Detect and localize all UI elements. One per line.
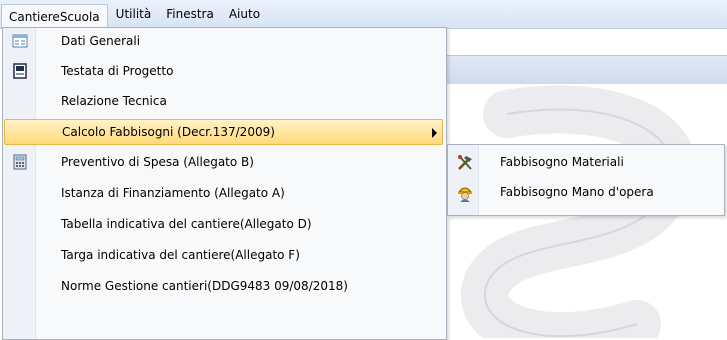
tools-icon xyxy=(456,154,474,172)
menu-item-label: Testata di Progetto xyxy=(61,64,174,78)
menu-item-label: Dati Generali xyxy=(61,34,141,48)
menu-bar: CantiereScuola Utilità Finestra Aiuto xyxy=(0,0,727,29)
menu-item-label: Norme Gestione cantieri(DDG9483 09/08/20… xyxy=(61,279,348,293)
document-window-header xyxy=(447,55,727,85)
submenu-arrow-icon xyxy=(432,128,437,138)
document-frame-icon xyxy=(12,63,28,79)
menubar-item-utilita[interactable]: Utilità xyxy=(109,3,159,25)
menu-item-tabella-indicativa[interactable]: Tabella indicativa del cantiere(Allegato… xyxy=(3,211,444,237)
menu-item-label: Targa indicativa del cantiere(Allegato F… xyxy=(61,248,300,262)
submenu-item-label: Fabbisogno Materiali xyxy=(500,155,624,169)
submenu-item-label: Fabbisogno Mano d'opera xyxy=(500,185,654,199)
menu-item-norme-gestione-cantieri[interactable]: Norme Gestione cantieri(DDG9483 09/08/20… xyxy=(3,273,444,299)
menu-item-relazione-tecnica[interactable]: Relazione Tecnica xyxy=(3,88,444,114)
menu-item-dati-generali[interactable]: Dati Generali xyxy=(3,28,444,54)
submenu-item-fabbisogno-mano-dopera[interactable]: Fabbisogno Mano d'opera xyxy=(448,178,724,206)
menubar-item-finestra[interactable]: Finestra xyxy=(159,3,221,25)
calcolo-fabbisogni-submenu: Fabbisogno Materiali Fabbisogno Mano d'o… xyxy=(447,144,725,216)
worker-helmet-icon xyxy=(456,184,474,202)
menu-item-label: Istanza di Finanziamento (Allegato A) xyxy=(61,186,285,200)
calculator-icon xyxy=(12,154,28,170)
cantierescuola-dropdown-menu: Dati Generali Testata di Progetto Relazi… xyxy=(2,27,447,340)
submenu-item-fabbisogno-materiali[interactable]: Fabbisogno Materiali xyxy=(448,148,724,176)
menubar-item-cantierescuola[interactable]: CantiereScuola xyxy=(1,3,108,29)
form-window-icon xyxy=(12,33,28,49)
menu-item-istanza-di-finanziamento[interactable]: Istanza di Finanziamento (Allegato A) xyxy=(3,180,444,206)
menu-item-label: Tabella indicativa del cantiere(Allegato… xyxy=(61,217,312,231)
menu-item-targa-indicativa[interactable]: Targa indicativa del cantiere(Allegato F… xyxy=(3,242,444,268)
menu-item-testata-di-progetto[interactable]: Testata di Progetto xyxy=(3,58,444,84)
menubar-item-aiuto[interactable]: Aiuto xyxy=(222,3,267,25)
menu-item-calcolo-fabbisogni[interactable]: Calcolo Fabbisogni (Decr.137/2009) xyxy=(4,119,443,145)
menu-item-label: Calcolo Fabbisogni (Decr.137/2009) xyxy=(62,125,275,139)
menu-item-label: Preventivo di Spesa (Allegato B) xyxy=(61,155,254,169)
menu-item-preventivo-di-spesa[interactable]: Preventivo di Spesa (Allegato B) xyxy=(3,149,444,175)
menu-item-label: Relazione Tecnica xyxy=(61,94,167,108)
